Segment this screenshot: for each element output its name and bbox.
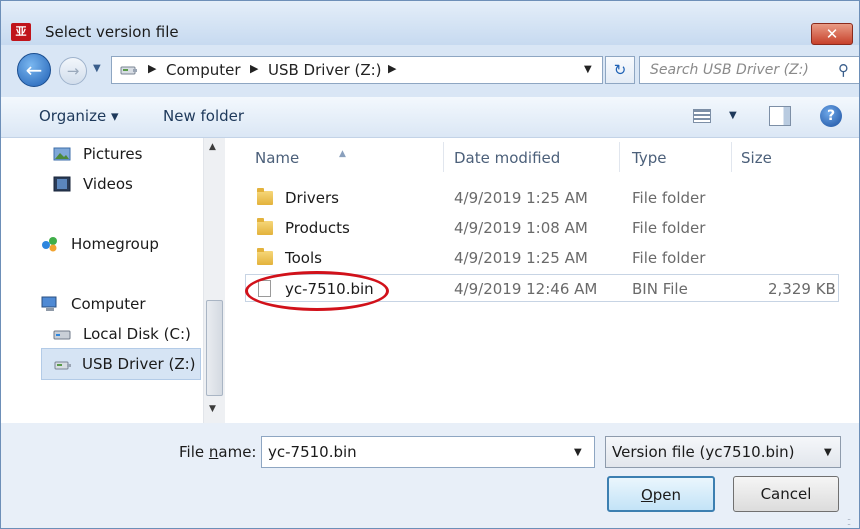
column-header-size[interactable]: Size	[741, 149, 772, 167]
search-icon[interactable]: ⚲	[838, 61, 849, 79]
preview-pane-icon[interactable]	[769, 106, 791, 126]
file-name: Tools	[285, 249, 322, 267]
address-dropdown-icon[interactable]: ▼	[584, 64, 592, 75]
chevron-down-icon: ▼	[93, 63, 101, 74]
column-header-date-modified[interactable]: Date modified	[454, 149, 560, 167]
window-title: Select version file	[45, 23, 179, 41]
file-row-products[interactable]: Products 4/9/2019 1:08 AM File folder	[245, 214, 839, 242]
label-text: ame:	[218, 443, 257, 461]
column-divider[interactable]	[619, 142, 620, 172]
search-box[interactable]: Search USB Driver (Z:) ⚲	[639, 56, 859, 84]
videos-icon	[53, 176, 71, 192]
breadcrumb-usb-driver[interactable]: USB Driver (Z:)	[268, 61, 382, 79]
file-type: BIN File	[632, 280, 688, 298]
breadcrumb-separator-icon: ▶	[148, 62, 157, 75]
open-accesskey: O	[640, 486, 653, 504]
forward-arrow-icon: →	[66, 62, 80, 80]
organize-button[interactable]: Organize ▾	[39, 107, 119, 125]
highlight-ring	[245, 271, 389, 311]
open-label: pen	[652, 486, 682, 504]
label-text: File	[179, 443, 209, 461]
file-type: File folder	[632, 219, 706, 237]
column-divider[interactable]	[443, 142, 444, 172]
refresh-button[interactable]: ↻	[605, 56, 635, 84]
new-folder-button[interactable]: New folder	[163, 107, 244, 125]
file-name-value: yc-7510.bin	[268, 443, 357, 461]
sidebar-item-label: USB Driver (Z:)	[82, 355, 196, 373]
file-row-tools[interactable]: Tools 4/9/2019 1:25 AM File folder	[245, 244, 839, 272]
sort-ascending-icon: ▲	[339, 149, 346, 159]
file-type-filter[interactable]: Version file (yc7510.bin) ▼	[605, 436, 841, 468]
file-date: 4/9/2019 1:25 AM	[454, 189, 588, 207]
file-size: 2,329 KB	[768, 280, 836, 298]
file-name: Products	[285, 219, 350, 237]
scrollbar-thumb[interactable]	[206, 300, 223, 396]
view-dropdown-icon[interactable]: ▼	[729, 110, 737, 121]
back-arrow-icon: ←	[25, 58, 43, 82]
navigation-scrollbar[interactable]: ▲ ▼	[203, 138, 225, 423]
resize-grip-icon[interactable]: ⁚⁚	[847, 518, 851, 527]
file-date: 4/9/2019 1:25 AM	[454, 249, 588, 267]
search-placeholder: Search USB Driver (Z:)	[650, 62, 809, 78]
sidebar-item-label: Videos	[83, 175, 133, 193]
forward-button[interactable]: →	[59, 57, 87, 85]
sidebar-item-label: Local Disk (C:)	[83, 325, 191, 343]
scroll-up-icon[interactable]: ▲	[209, 142, 216, 152]
folder-icon	[257, 248, 273, 265]
cancel-button[interactable]: Cancel	[733, 476, 839, 512]
column-divider[interactable]	[731, 142, 732, 172]
file-type: File folder	[632, 249, 706, 267]
back-button[interactable]: ←	[17, 53, 51, 87]
homegroup-icon	[42, 237, 57, 252]
address-bar[interactable]: ▶ Computer ▶ USB Driver (Z:) ▶ ▼	[111, 56, 603, 84]
open-button[interactable]: Open	[607, 476, 715, 512]
computer-icon	[41, 296, 57, 311]
pictures-icon	[53, 147, 71, 161]
navigation-pane: Pictures Videos Homegroup Computer Local…	[1, 138, 227, 423]
help-icon[interactable]: ?	[820, 105, 842, 127]
breadcrumb-separator-icon: ▶	[388, 62, 397, 75]
app-icon: 亚	[11, 23, 31, 41]
usb-drive-icon	[120, 66, 137, 75]
file-name: Drivers	[285, 189, 339, 207]
sidebar-item-label: Pictures	[83, 145, 143, 163]
breadcrumb-computer[interactable]: Computer	[166, 61, 241, 79]
file-name-input[interactable]: yc-7510.bin ▼	[261, 436, 595, 468]
file-name-label: File name:	[179, 443, 256, 461]
view-options-icon[interactable]	[693, 109, 711, 123]
sidebar-item-usb-driver[interactable]: USB Driver (Z:)	[41, 348, 201, 380]
local-disk-icon	[53, 330, 71, 340]
breadcrumb-separator-icon: ▶	[250, 62, 259, 75]
folder-icon	[257, 188, 273, 205]
chevron-down-icon[interactable]: ▼	[824, 447, 832, 458]
column-header-name[interactable]: Name	[255, 149, 299, 167]
file-date: 4/9/2019 1:08 AM	[454, 219, 588, 237]
close-icon: ✕	[825, 25, 839, 43]
sidebar-item-label: Computer	[71, 295, 146, 313]
recent-locations-dropdown[interactable]: ▼	[93, 63, 101, 74]
label-accesskey: n	[208, 443, 219, 461]
file-type: File folder	[632, 189, 706, 207]
file-date: 4/9/2019 12:46 AM	[454, 280, 598, 298]
dialog-window: 亚 Select version file ✕ ← → ▼ ▶ Computer…	[0, 0, 860, 529]
file-row-drivers[interactable]: Drivers 4/9/2019 1:25 AM File folder	[245, 184, 839, 212]
folder-icon	[257, 218, 273, 235]
scroll-down-icon[interactable]: ▼	[209, 404, 216, 414]
close-button[interactable]: ✕	[811, 23, 853, 45]
column-header-type[interactable]: Type	[632, 149, 666, 167]
usb-drive-icon	[54, 361, 71, 370]
chevron-down-icon[interactable]: ▼	[574, 447, 582, 458]
refresh-icon: ↻	[613, 61, 627, 79]
filter-value: Version file (yc7510.bin)	[612, 443, 795, 461]
sidebar-item-label: Homegroup	[71, 235, 159, 253]
column-headers: Name ▲ Date modified Type Size	[227, 138, 859, 176]
command-toolbar: Organize ▾ New folder ▼ ?	[1, 97, 859, 138]
